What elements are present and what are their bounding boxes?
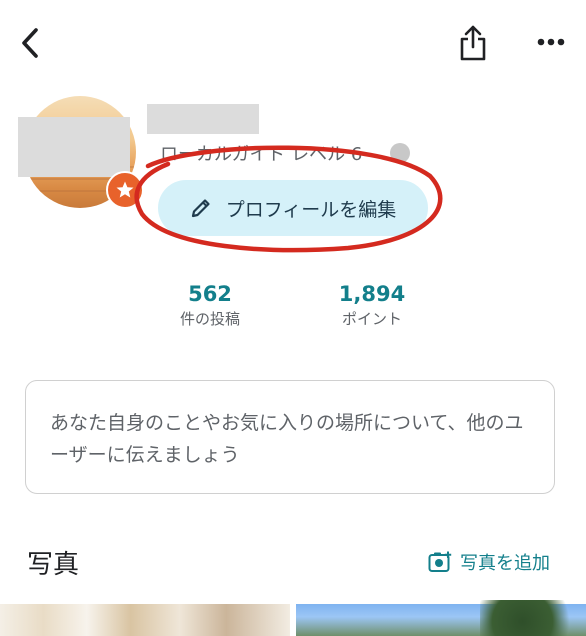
photo-thumbnail-detail [480,600,586,636]
add-photo-icon [428,551,452,572]
posts-label: 件の投稿 [179,310,240,328]
redacted-area [18,117,130,177]
more-horizontal-icon [537,38,565,46]
back-button[interactable] [14,26,46,60]
add-photo-button[interactable]: 写真を追加 [428,549,550,575]
points-count: 1,894 [338,282,406,306]
share-icon [460,25,486,61]
photo-thumbnail[interactable] [0,604,290,636]
stat-posts[interactable]: 562 件の投稿 [160,282,260,329]
photos-title: 写真 [27,550,80,580]
share-button[interactable] [456,24,490,62]
chevron-left-icon [22,28,38,58]
stat-points[interactable]: 1,894 ポイント [322,282,422,329]
add-photo-label: 写真を追加 [460,553,550,574]
posts-count: 562 [188,282,232,306]
more-button[interactable] [534,30,568,54]
annotation-circle [134,145,443,253]
bio-input[interactable]: あなた自身のことやお気に入りの場所について、他のユーザーに伝えましょう [25,380,555,494]
points-label: ポイント [341,310,402,328]
user-name-redacted [147,104,259,134]
